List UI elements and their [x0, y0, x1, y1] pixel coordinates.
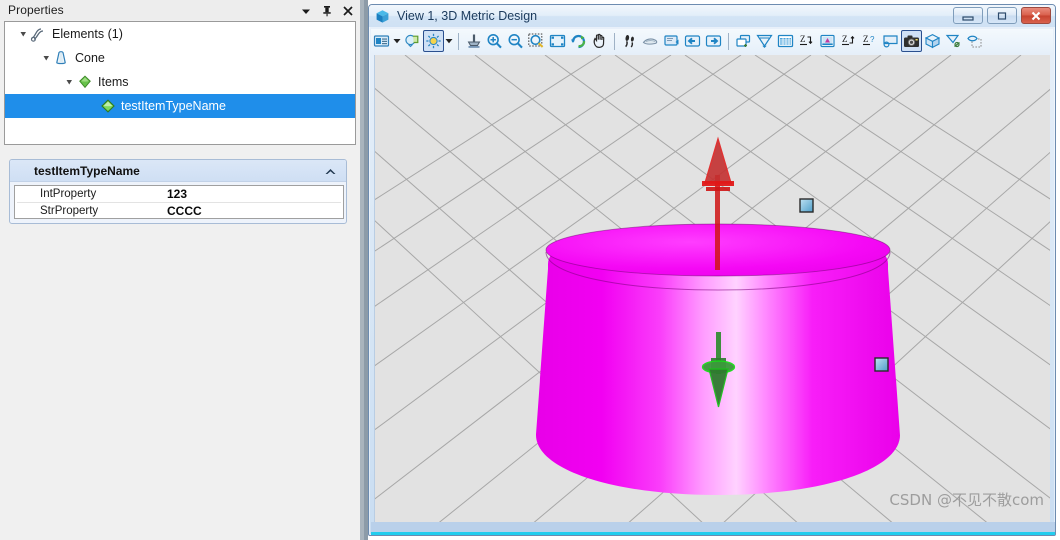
- copy-view-icon[interactable]: [733, 30, 754, 52]
- property-name: StrProperty: [40, 205, 99, 217]
- properties-titlebar: Properties: [0, 0, 360, 20]
- solid-cube-icon[interactable]: [922, 30, 943, 52]
- svg-text:Z: Z: [842, 34, 848, 44]
- toolbar-separator: [458, 32, 459, 50]
- cone-icon: [53, 50, 71, 66]
- close-icon[interactable]: [342, 4, 354, 16]
- elements-curve-icon: [30, 26, 48, 42]
- app-window: Properties Elements (1) Cone Items testI…: [0, 0, 1060, 540]
- svg-text:Z: Z: [863, 34, 869, 44]
- view-title: View 1, 3D Metric Design: [397, 9, 538, 23]
- top-right-square-handle[interactable]: [799, 198, 814, 213]
- view-window: View 1, 3D Metric Design Z Z Z ? CSDN @不…: [368, 4, 1056, 536]
- elements-tree[interactable]: Elements (1) Cone Items testItemTypeName: [4, 21, 356, 145]
- rotate-view-icon[interactable]: [568, 30, 589, 52]
- pane-splitter-grip[interactable]: [360, 0, 364, 540]
- clip-volume-icon[interactable]: [402, 30, 423, 52]
- tree-item-items[interactable]: Items: [5, 70, 355, 94]
- scene-3d[interactable]: [375, 55, 1050, 524]
- view-titlebar[interactable]: View 1, 3D Metric Design: [369, 5, 1055, 27]
- tree-item-label: Elements (1): [52, 26, 123, 41]
- display-style-caret-icon[interactable]: [444, 30, 454, 52]
- view-next-back-icon[interactable]: [682, 30, 703, 52]
- pane-splitter[interactable]: [360, 0, 368, 540]
- view-3d-viewport[interactable]: CSDN @不见不散com: [374, 55, 1050, 524]
- property-grid-card: testItemTypeName IntProperty 123 StrProp…: [9, 159, 347, 224]
- view-toolbar[interactable]: Z Z Z ?: [371, 29, 1053, 53]
- minimize-button[interactable]: [953, 7, 983, 24]
- expander-triangle-icon[interactable]: [17, 28, 30, 41]
- green-gem-icon: [76, 74, 94, 90]
- view-previous-icon[interactable]: [661, 30, 682, 52]
- close-button[interactable]: [1021, 7, 1051, 24]
- clip-element-icon[interactable]: [943, 30, 964, 52]
- z-query-icon[interactable]: Z ?: [859, 30, 880, 52]
- tree-item-label: Cone: [75, 50, 105, 65]
- right-square-handle[interactable]: [874, 357, 889, 372]
- clip-mask-icon[interactable]: [754, 30, 775, 52]
- z-front-icon[interactable]: Z: [796, 30, 817, 52]
- green-diamond-icon: [99, 98, 117, 114]
- display-set-icon[interactable]: [817, 30, 838, 52]
- cube-icon: [375, 9, 390, 24]
- update-view-icon[interactable]: [463, 30, 484, 52]
- property-row[interactable]: StrProperty CCCC: [15, 203, 343, 218]
- z-back-icon[interactable]: Z: [838, 30, 859, 52]
- property-grid-header[interactable]: testItemTypeName: [10, 160, 346, 182]
- window-area-icon[interactable]: [526, 30, 547, 52]
- fit-view-icon[interactable]: [547, 30, 568, 52]
- svg-text:?: ?: [870, 35, 875, 44]
- zoom-in-icon[interactable]: [484, 30, 505, 52]
- walk-view-icon[interactable]: [619, 30, 640, 52]
- tree-item-testitemtypename[interactable]: testItemTypeName: [5, 94, 355, 118]
- properties-title: Properties: [8, 3, 64, 17]
- tree-item-label: testItemTypeName: [121, 98, 226, 113]
- tree-item-label: Items: [98, 74, 129, 89]
- expander-placeholder: [86, 100, 99, 113]
- property-name: IntProperty: [40, 188, 97, 200]
- render-icon[interactable]: [775, 30, 796, 52]
- toolbar-separator: [728, 32, 729, 50]
- look-around-icon[interactable]: [640, 30, 661, 52]
- zoom-out-icon[interactable]: [505, 30, 526, 52]
- property-grid[interactable]: IntProperty 123 StrProperty CCCC: [14, 185, 344, 219]
- svg-text:Z: Z: [800, 34, 806, 44]
- view-display-mode-icon[interactable]: [880, 30, 901, 52]
- chevron-down-icon[interactable]: [300, 4, 312, 16]
- properties-pane: Properties Elements (1) Cone Items testI…: [0, 0, 360, 540]
- tree-item-cone[interactable]: Cone: [5, 46, 355, 70]
- view-attributes-caret-icon[interactable]: [392, 30, 402, 52]
- property-row[interactable]: IntProperty 123: [15, 186, 343, 202]
- expander-triangle-icon[interactable]: [63, 76, 76, 89]
- view-next-forward-icon[interactable]: [703, 30, 724, 52]
- property-grid-title: testItemTypeName: [34, 163, 140, 178]
- properties-titlebar-icons: [300, 0, 354, 20]
- display-style-icon[interactable]: [423, 30, 444, 52]
- pin-icon[interactable]: [321, 4, 333, 17]
- window-controls: [953, 7, 1051, 24]
- chevron-up-icon[interactable]: [324, 165, 337, 177]
- property-value[interactable]: 123: [163, 187, 187, 201]
- clip-back-icon[interactable]: [964, 30, 985, 52]
- pan-view-icon[interactable]: [589, 30, 610, 52]
- viewport-bottom-accent: [371, 532, 1055, 535]
- property-value[interactable]: CCCC: [163, 204, 202, 218]
- expander-triangle-icon[interactable]: [40, 52, 53, 65]
- camera-icon[interactable]: [901, 30, 922, 52]
- tree-item-elements[interactable]: Elements (1): [5, 22, 355, 46]
- view-attributes-icon[interactable]: [371, 30, 392, 52]
- maximize-button[interactable]: [987, 7, 1017, 24]
- toolbar-separator: [614, 32, 615, 50]
